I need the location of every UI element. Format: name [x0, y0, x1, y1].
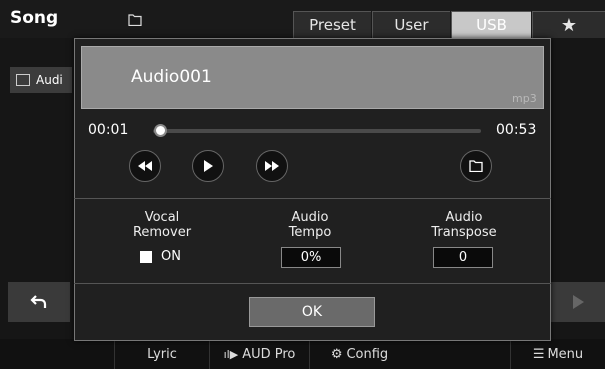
audio-transpose-field[interactable]: 0 [433, 247, 493, 268]
fast-forward-button[interactable] [256, 150, 288, 182]
file-extension: mp3 [512, 92, 537, 105]
progress-knob[interactable] [153, 124, 167, 137]
fast-forward-icon [265, 161, 279, 171]
folder-icon[interactable] [128, 11, 142, 27]
play-arrow-icon [572, 295, 584, 309]
vocal-remover-checkbox[interactable] [140, 251, 152, 263]
open-folder-button[interactable] [460, 150, 492, 182]
audio-file-icon [16, 74, 30, 86]
rewind-button[interactable] [129, 150, 161, 182]
tab-usb[interactable]: USB [451, 11, 531, 38]
menu-label: Menu [547, 346, 584, 362]
tab-favorites[interactable]: ★ [532, 11, 605, 38]
progress-track[interactable] [153, 129, 481, 133]
time-current: 00:01 [88, 122, 129, 138]
play-button[interactable] [192, 150, 224, 182]
audio-tempo-label: Audio Tempo [288, 210, 332, 240]
rewind-icon [138, 161, 152, 171]
tab-preset[interactable]: Preset [293, 11, 371, 38]
config-label: Config [346, 346, 389, 362]
divider [74, 283, 551, 284]
next-button[interactable] [550, 282, 605, 322]
list-item[interactable]: Audi [10, 67, 72, 93]
aud-pro-button[interactable]: ıl▶ AUD Pro [209, 339, 309, 369]
audio-tempo-field[interactable]: 0% [281, 247, 341, 268]
menu-button[interactable]: ☰ Menu [510, 339, 605, 369]
vocal-remover-label: Vocal Remover [132, 210, 192, 240]
gear-icon: ⚙ [330, 346, 343, 362]
divider [74, 198, 551, 199]
audio-transpose-label: Audio Transpose [431, 210, 497, 240]
back-button[interactable] [8, 282, 70, 322]
file-name: Audio001 [131, 67, 212, 87]
folder-icon [469, 160, 483, 172]
aud-pro-label: AUD Pro [242, 346, 296, 362]
list-item-label: Audi [36, 73, 63, 87]
back-arrow-icon [30, 295, 47, 308]
lyric-button[interactable]: Lyric [114, 339, 209, 369]
play-icon [204, 160, 213, 172]
time-total: 00:53 [496, 122, 537, 138]
config-button[interactable]: ⚙ Config [309, 339, 409, 369]
menu-icon: ☰ [532, 346, 545, 362]
ok-button[interactable]: OK [249, 297, 375, 327]
aud-pro-icon: ıl▶ [223, 347, 239, 361]
vocal-remover-state: ON [161, 249, 181, 264]
page-title: Song [10, 8, 59, 28]
tab-user[interactable]: User [372, 11, 450, 38]
